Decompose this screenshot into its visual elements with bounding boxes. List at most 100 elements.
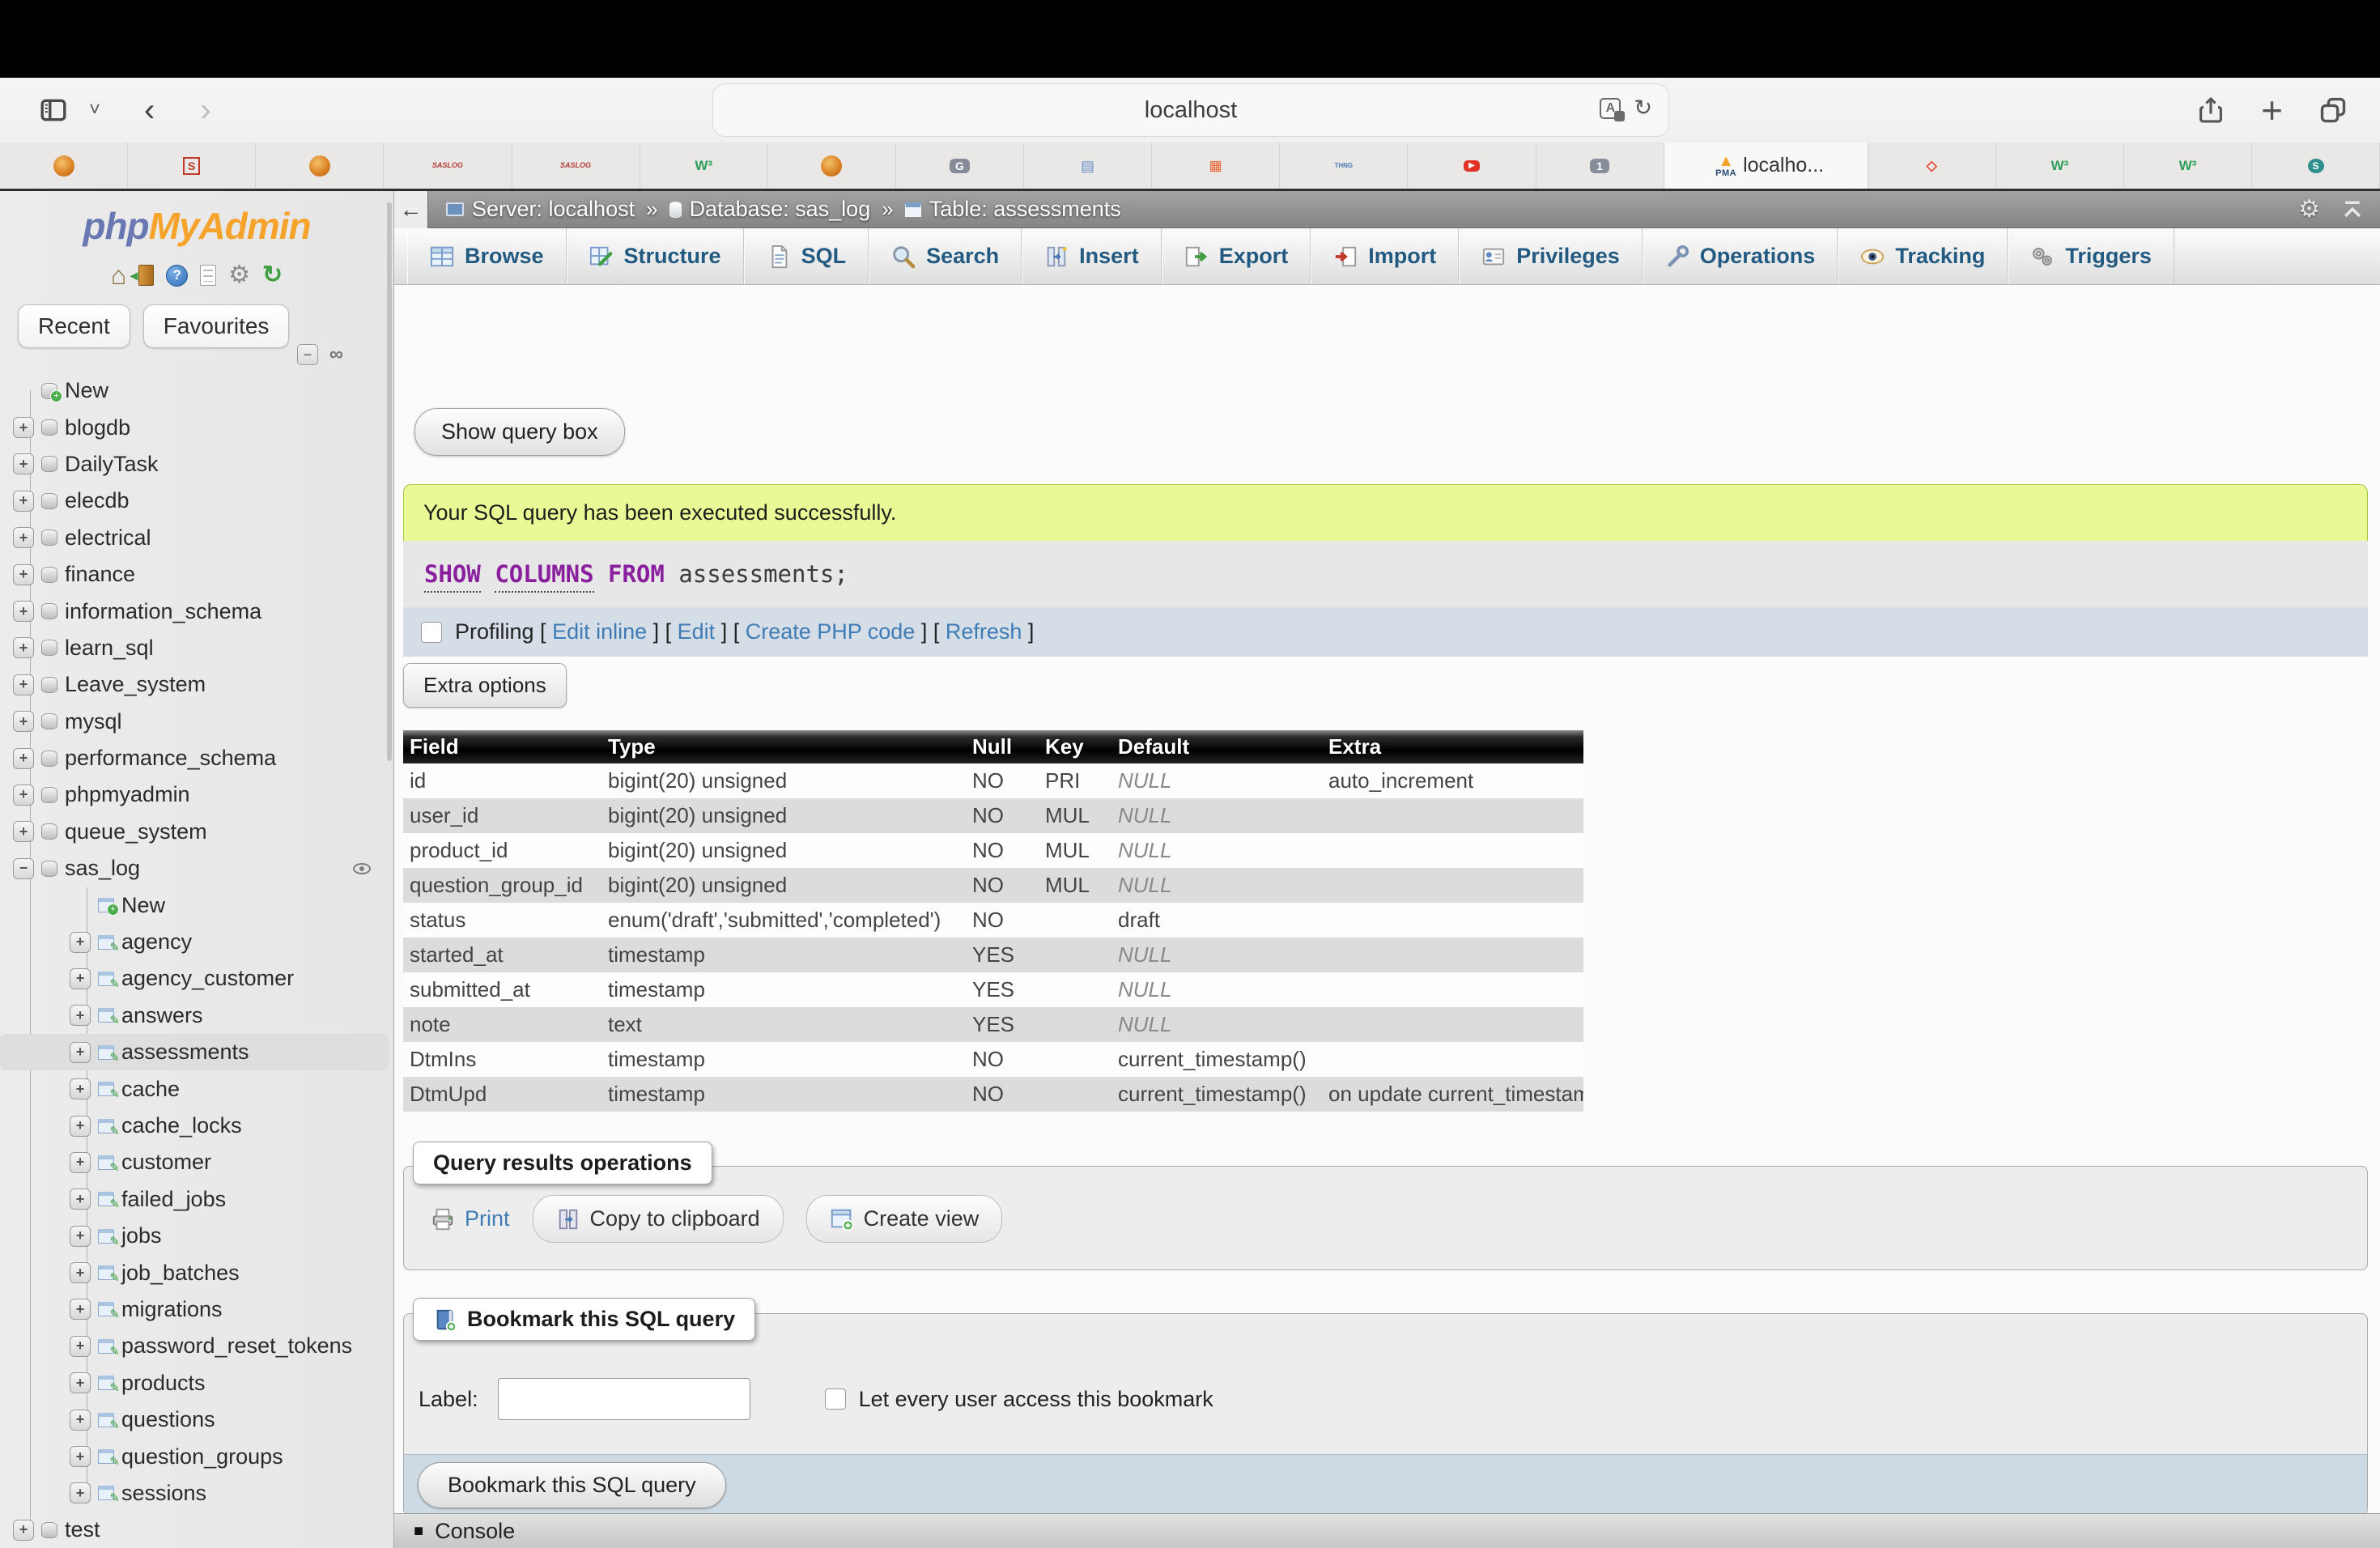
reload-navigation-icon[interactable]: ↻: [262, 263, 283, 287]
sidebar-tree-item[interactable]: + electrical: [0, 520, 389, 556]
bookmark-label-input[interactable]: [498, 1378, 750, 1420]
browser-tab[interactable]: S: [2252, 142, 2380, 189]
pma-nav-tab[interactable]: SQL: [744, 228, 869, 284]
sidebar-tree-item[interactable]: + answers: [0, 997, 389, 1034]
sidebar-tree-item[interactable]: New: [0, 887, 389, 923]
expander-icon[interactable]: +: [70, 1152, 91, 1173]
expander-icon[interactable]: +: [70, 1116, 91, 1137]
url-field[interactable]: localhost A ↻: [712, 83, 1669, 137]
expander-icon[interactable]: +: [70, 1005, 91, 1026]
extra-options-button[interactable]: Extra options: [403, 663, 567, 708]
sidebar-tree-item[interactable]: + products: [0, 1365, 389, 1401]
browser-tab[interactable]: [256, 142, 384, 189]
link-icon[interactable]: ∞: [329, 343, 343, 366]
bookmark-access-checkbox[interactable]: [825, 1389, 846, 1410]
expander-icon[interactable]: +: [13, 564, 34, 585]
pma-nav-tab[interactable]: Search: [869, 228, 1022, 284]
sidebar-tree-item[interactable]: + customer: [0, 1144, 389, 1180]
pma-nav-tab[interactable]: Privileges: [1459, 228, 1643, 284]
sidebar-tree-item[interactable]: + blogdb: [0, 409, 389, 445]
expander-icon[interactable]: +: [13, 674, 34, 695]
sidebar-tree-item[interactable]: + performance_schema: [0, 740, 389, 776]
browser-tab[interactable]: W³: [1996, 142, 2124, 189]
expander-icon[interactable]: +: [70, 1482, 91, 1503]
sidebar-tree-item[interactable]: + assessments: [0, 1034, 389, 1070]
sidebar-tab[interactable]: Favourites: [143, 304, 290, 348]
back-icon[interactable]: ‹: [144, 94, 155, 126]
sidebar-tree-item[interactable]: + sessions: [0, 1475, 389, 1512]
expander-icon[interactable]: +: [13, 711, 34, 732]
profiling-segment[interactable]: Refresh: [946, 619, 1022, 644]
sidebar-tree-item[interactable]: + agency: [0, 924, 389, 960]
expander-icon[interactable]: +: [13, 1520, 34, 1541]
sidebar-tree-item[interactable]: + agency_customer: [0, 960, 389, 997]
pma-nav-tab[interactable]: Operations: [1643, 228, 1838, 284]
sidebar-tree-item[interactable]: + phpmyadmin: [0, 776, 389, 813]
expander-icon[interactable]: +: [13, 453, 34, 474]
documentation-icon[interactable]: [200, 265, 216, 286]
tab-overview-icon[interactable]: [2318, 96, 2348, 125]
phpmyadmin-logo[interactable]: phpMyAdmin: [0, 204, 393, 248]
expander-icon[interactable]: +: [13, 821, 34, 842]
sidebar-tree-item[interactable]: + queue_system: [0, 814, 389, 850]
expander-icon[interactable]: +: [13, 601, 34, 622]
print-link[interactable]: Print: [431, 1206, 510, 1231]
console-bar[interactable]: ■ Console: [394, 1513, 2380, 1548]
profiling-segment[interactable]: Edit: [678, 619, 716, 644]
pma-nav-tab[interactable]: Import: [1311, 228, 1459, 284]
expander-icon[interactable]: +: [70, 1299, 91, 1320]
expander-icon[interactable]: +: [70, 1410, 91, 1431]
breadcrumb-item[interactable]: Table: assessments: [905, 197, 1121, 222]
expander-icon[interactable]: +: [70, 932, 91, 953]
browser-tab[interactable]: G: [896, 142, 1024, 189]
create-view-button[interactable]: Create view: [806, 1195, 1003, 1243]
sidebar-tree-item[interactable]: + question_groups: [0, 1438, 389, 1474]
expander-icon[interactable]: +: [70, 968, 91, 989]
sidebar-tree-item[interactable]: + learn_sql: [0, 630, 389, 666]
browser-tab[interactable]: W³: [640, 142, 768, 189]
profiling-segment[interactable]: ] [: [647, 619, 678, 644]
reload-icon[interactable]: ↻: [1634, 96, 1652, 121]
translate-icon[interactable]: A: [1600, 98, 1621, 119]
browser-tab[interactable]: ▲ PMA localho...: [1664, 142, 1868, 189]
eye-icon[interactable]: [353, 863, 371, 874]
bookmark-submit-button[interactable]: Bookmark this SQL query: [418, 1462, 726, 1508]
expander-icon[interactable]: +: [70, 1226, 91, 1247]
browser-tab[interactable]: W³: [2124, 142, 2252, 189]
profiling-segment[interactable]: Profiling [: [455, 619, 552, 644]
browser-tab[interactable]: SASLOG: [384, 142, 512, 189]
pma-nav-tab[interactable]: Triggers: [2008, 228, 2174, 284]
sidebar-tree-item[interactable]: + Leave_system: [0, 666, 389, 703]
sidebar-tree-item[interactable]: + elecdb: [0, 483, 389, 519]
sidebar-tree-item[interactable]: + finance: [0, 556, 389, 593]
forward-icon[interactable]: ›: [200, 94, 210, 126]
expander-icon[interactable]: +: [13, 785, 34, 806]
browser-tab[interactable]: [0, 142, 128, 189]
expander-icon[interactable]: +: [70, 1372, 91, 1393]
expander-icon[interactable]: +: [70, 1042, 91, 1063]
breadcrumb-item[interactable]: Database: sas_log: [669, 197, 871, 222]
profiling-segment[interactable]: Create PHP code: [746, 619, 916, 644]
sidebar-tree-item[interactable]: + DailyTask: [0, 446, 389, 483]
sidebar-tree-item[interactable]: + jobs: [0, 1218, 389, 1254]
pma-nav-tab[interactable]: Structure: [567, 228, 744, 284]
sidebar-scrollbar[interactable]: [387, 202, 392, 761]
sidebar-tree-item[interactable]: − sas_log: [0, 850, 389, 887]
sidebar-tree-item[interactable]: + questions: [0, 1401, 389, 1438]
pma-nav-tab[interactable]: Insert: [1022, 228, 1162, 284]
browser-tab[interactable]: SASLOG: [512, 142, 640, 189]
collapse-top-icon[interactable]: [2341, 198, 2364, 221]
browser-tab[interactable]: THNG: [1280, 142, 1408, 189]
browser-tab[interactable]: S: [128, 142, 256, 189]
share-icon[interactable]: [2196, 96, 2225, 125]
sidebar-tree-item[interactable]: + migrations: [0, 1291, 389, 1328]
browser-tab[interactable]: ▦: [1152, 142, 1280, 189]
chevron-down-icon[interactable]: ˅: [89, 99, 100, 121]
pma-nav-tab[interactable]: Browse: [407, 228, 567, 284]
copy-to-clipboard-button[interactable]: Copy to clipboard: [533, 1195, 784, 1243]
expander-icon[interactable]: +: [13, 748, 34, 769]
back-button[interactable]: ←: [394, 191, 428, 228]
pma-nav-tab[interactable]: Export: [1162, 228, 1311, 284]
show-query-box-button[interactable]: Show query box: [414, 408, 625, 456]
collapse-all-icon[interactable]: −: [297, 344, 318, 365]
